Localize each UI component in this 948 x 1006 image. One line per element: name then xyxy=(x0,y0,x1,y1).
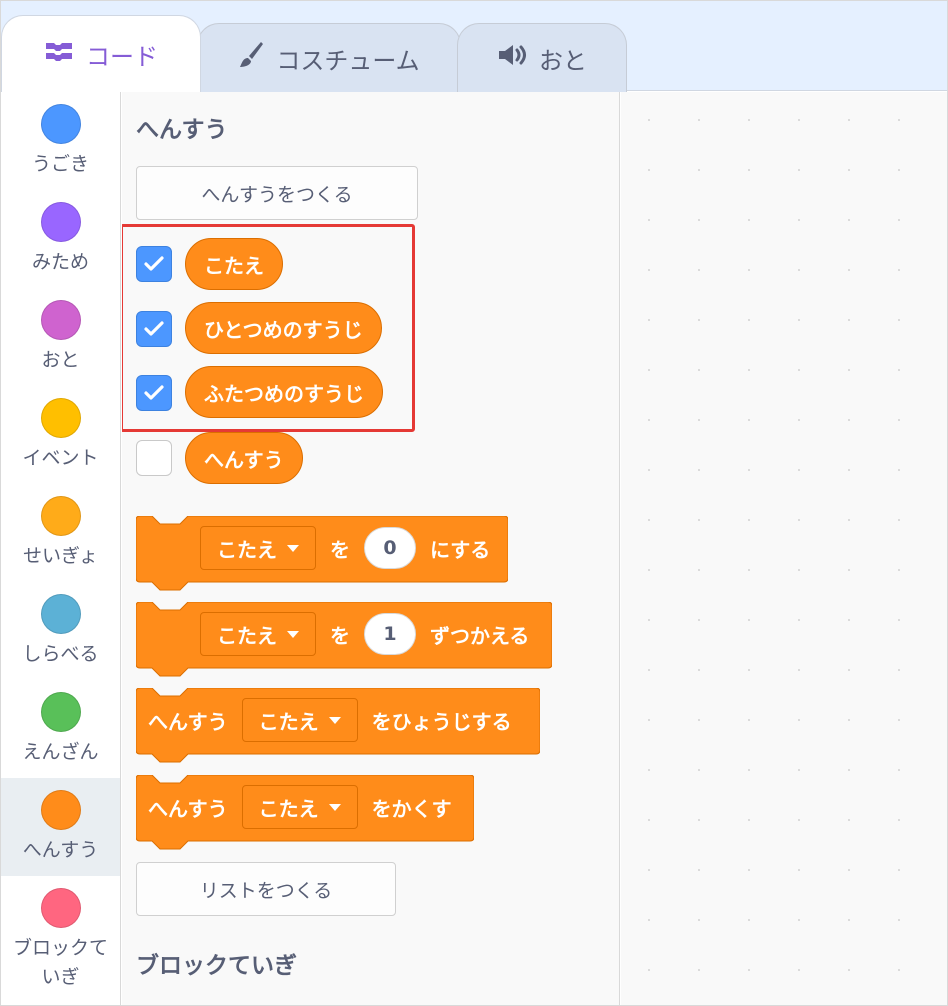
category-dot-icon xyxy=(40,594,81,634)
category-label: えんざん xyxy=(22,741,99,763)
category-dot-icon xyxy=(40,888,81,928)
category-label: ブロックていぎ xyxy=(12,937,108,988)
variable-reporter[interactable]: ひとつめのすうじ xyxy=(185,302,382,354)
tab-code[interactable]: コード xyxy=(1,15,201,92)
caret-down-icon xyxy=(328,716,341,724)
category-label: へんすう xyxy=(22,839,99,861)
category-events[interactable]: イベント xyxy=(1,386,120,484)
category-menu: うごき みため おと イベント せいぎょ しらべる えんざん へんすう ブロック… xyxy=(1,92,121,1005)
category-label: おと xyxy=(41,349,80,371)
block-text: をかくす xyxy=(371,796,452,821)
checkmark-icon xyxy=(144,321,164,336)
value-input[interactable]: 0 xyxy=(364,527,416,569)
tab-costume-label: コスチューム xyxy=(276,46,420,75)
category-dot-icon xyxy=(40,790,81,830)
category-control[interactable]: せいぎょ xyxy=(1,484,120,582)
tab-sound[interactable]: おと xyxy=(457,23,627,92)
category-sensing[interactable]: しらべる xyxy=(1,582,120,680)
variable-reporter[interactable]: ふたつめのすうじ xyxy=(185,366,383,418)
value-input[interactable]: 1 xyxy=(364,613,416,655)
category-label: せいぎょ xyxy=(22,545,99,567)
block-row: へんすう こたえ をひょうじする xyxy=(148,688,512,752)
checkmark-icon xyxy=(144,385,164,400)
block-text: をひょうじする xyxy=(371,709,512,734)
category-dot-icon xyxy=(40,300,81,340)
block-row: へんすう こたえ をかくす xyxy=(148,775,452,839)
category-variables[interactable]: へんすう xyxy=(1,778,120,876)
section-title-variables: へんすう xyxy=(136,117,228,143)
script-area[interactable] xyxy=(621,92,947,1005)
caret-down-icon xyxy=(328,803,341,811)
category-label: イベント xyxy=(22,447,99,469)
make-variable-button[interactable]: へんすうをつくる xyxy=(136,166,418,220)
variable-dropdown[interactable]: こたえ xyxy=(241,785,358,829)
make-list-button[interactable]: リストをつくる xyxy=(136,862,396,916)
category-label: みため xyxy=(31,251,89,273)
category-my-blocks[interactable]: ブロックていぎ xyxy=(1,876,120,1005)
dropdown-value: こたえ xyxy=(217,623,277,648)
category-sound[interactable]: おと xyxy=(1,288,120,386)
category-motion[interactable]: うごき xyxy=(1,92,120,190)
dropdown-value: こたえ xyxy=(217,537,277,562)
brush-icon xyxy=(238,40,264,76)
category-operators[interactable]: えんざん xyxy=(1,680,120,778)
block-text: へんすう xyxy=(148,709,228,734)
category-dot-icon xyxy=(40,496,81,536)
dropdown-value: こたえ xyxy=(258,709,319,734)
variable-dropdown[interactable]: こたえ xyxy=(241,698,358,742)
set-variable-block[interactable]: こたえ を 0 にする xyxy=(136,516,508,591)
dropdown-value: こたえ xyxy=(258,796,319,821)
tab-sound-label: おと xyxy=(539,46,587,75)
variable-reporter[interactable]: こたえ xyxy=(185,238,283,290)
editor-tab-bar: コード コスチューム おと xyxy=(1,1,947,92)
block-text: へんすう xyxy=(148,796,228,821)
variable-checkbox[interactable] xyxy=(136,440,172,476)
tab-costume[interactable]: コスチューム xyxy=(197,23,461,92)
variable-checkbox[interactable] xyxy=(136,311,172,347)
caret-down-icon xyxy=(287,630,299,638)
category-looks[interactable]: みため xyxy=(1,190,120,288)
caret-down-icon xyxy=(287,544,299,552)
variable-reporter[interactable]: へんすう xyxy=(185,432,303,484)
category-label: しらべる xyxy=(22,643,99,665)
block-text: ずつかえる xyxy=(430,623,530,648)
category-label: うごき xyxy=(31,153,89,175)
block-text: を xyxy=(330,537,350,562)
category-dot-icon xyxy=(40,202,81,242)
checkmark-icon xyxy=(144,256,164,271)
block-row: こたえ を 0 にする xyxy=(200,516,490,580)
code-icon xyxy=(44,40,74,68)
variable-dropdown[interactable]: こたえ xyxy=(200,612,316,656)
category-dot-icon xyxy=(40,692,81,732)
variable-checkbox[interactable] xyxy=(136,375,172,411)
tab-code-label: コード xyxy=(86,42,158,71)
hide-variable-block[interactable]: へんすう こたえ をかくす xyxy=(136,775,474,850)
speaker-icon xyxy=(497,43,527,73)
block-text: を xyxy=(330,623,350,648)
block-row: こたえ を 1 ずつかえる xyxy=(200,602,529,666)
change-variable-block[interactable]: こたえ を 1 ずつかえる xyxy=(136,602,552,677)
variable-checkbox[interactable] xyxy=(136,246,172,282)
category-dot-icon xyxy=(40,104,81,144)
block-text: にする xyxy=(430,537,491,562)
variable-dropdown[interactable]: こたえ xyxy=(200,526,316,570)
show-variable-block[interactable]: へんすう こたえ をひょうじする xyxy=(136,688,540,763)
section-title-my-blocks: ブロックていぎ xyxy=(136,953,297,979)
category-dot-icon xyxy=(40,398,81,438)
block-palette: へんすう へんすうをつくる こたえ ひとつめのすうじ ふたつめのすうじ へんすう… xyxy=(122,92,620,1005)
